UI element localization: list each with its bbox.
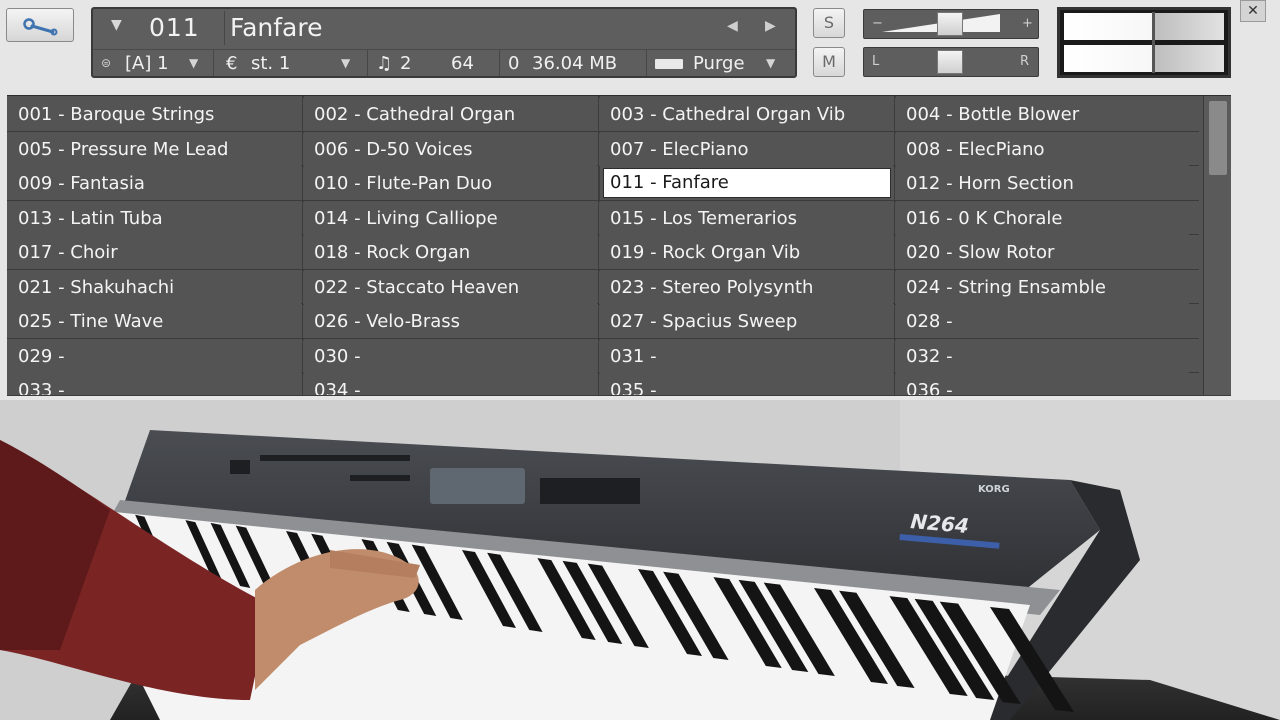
output-icon: €: [226, 53, 238, 74]
voices-icon: ♫: [376, 53, 393, 74]
preset-item[interactable]: 021 - Shakuhachi: [7, 271, 301, 304]
preset-item[interactable]: 024 - String Ensamble: [895, 271, 1189, 304]
patch-menu-caret-icon[interactable]: ▼: [111, 17, 122, 33]
preset-item[interactable]: 017 - Choir: [7, 236, 301, 269]
output-level-meter: [1057, 7, 1231, 78]
meter-left-channel: [1064, 13, 1224, 40]
patch-number[interactable]: 011: [149, 13, 200, 42]
preset-item[interactable]: 014 - Living Calliope: [303, 202, 597, 235]
preset-item[interactable]: 020 - Slow Rotor: [895, 236, 1189, 269]
preset-item[interactable]: 002 - Cathedral Organ: [303, 98, 597, 131]
preset-item[interactable]: 034 -: [303, 374, 597, 395]
max-voices[interactable]: 64: [451, 53, 474, 74]
preset-item[interactable]: 006 - D-50 Voices: [303, 133, 597, 166]
memory-usage: 36.04 MB: [532, 53, 618, 74]
purge-dropdown-icon[interactable]: ▼: [766, 56, 775, 70]
preset-item[interactable]: 011 - Fanfare: [603, 168, 891, 198]
output-dropdown-icon[interactable]: ▼: [341, 56, 350, 70]
preset-item[interactable]: 036 -: [895, 374, 1189, 395]
preset-item[interactable]: 027 - Spacius Sweep: [599, 305, 893, 338]
pan-slider[interactable]: L R: [863, 47, 1039, 77]
volume-slider[interactable]: − +: [863, 9, 1039, 39]
meter-right-channel: [1064, 45, 1224, 72]
keyboard-photo: KORG N264: [0, 400, 1280, 720]
kontakt-instrument-header: ▼ 011 Fanfare ◀ ▶ ⊜ [A] 1 ▼ € st. 1 ▼ ♫ …: [0, 0, 1280, 400]
midi-port-icon: ⊜: [101, 56, 112, 70]
preset-item[interactable]: 010 - Flute-Pan Duo: [303, 167, 597, 200]
volume-plus: +: [1022, 16, 1033, 31]
pan-right-label: R: [1020, 54, 1030, 69]
preset-item[interactable]: 018 - Rock Organ: [303, 236, 597, 269]
preset-item[interactable]: 033 -: [7, 374, 301, 395]
close-icon[interactable]: ✕: [1240, 0, 1266, 22]
pan-knob[interactable]: [937, 50, 963, 74]
midi-channel-select[interactable]: [A] 1: [125, 53, 169, 74]
purge-indicator: [655, 59, 683, 69]
preset-grid: 036 -035 -034 -033 - 032 -031 -030 -029 -…: [7, 95, 1231, 396]
purge-button[interactable]: Purge: [693, 53, 745, 74]
preset-scrollbar[interactable]: [1203, 96, 1231, 395]
memory-icon: 0: [508, 53, 520, 74]
preset-item[interactable]: 023 - Stereo Polysynth: [599, 271, 893, 304]
n264-logo: N264: [910, 509, 970, 538]
voices-count: 2: [400, 53, 412, 74]
preset-item[interactable]: 005 - Pressure Me Lead: [7, 133, 301, 166]
scrollbar-thumb[interactable]: [1209, 101, 1227, 175]
preset-item[interactable]: 015 - Los Temerarios: [599, 202, 893, 235]
korg-keyboard-image: KORG N264: [0, 400, 1280, 720]
preset-item[interactable]: 004 - Bottle Blower: [895, 98, 1189, 131]
preset-item[interactable]: 028 -: [895, 305, 1189, 338]
preset-item[interactable]: 001 - Baroque Strings: [7, 98, 301, 131]
meter-peak-marker: [1152, 12, 1155, 73]
volume-knob[interactable]: [937, 12, 963, 36]
previous-patch-icon[interactable]: ◀: [727, 18, 738, 34]
instrument-options-button[interactable]: [6, 8, 74, 42]
patch-info-panel: ▼ 011 Fanfare ◀ ▶ ⊜ [A] 1 ▼ € st. 1 ▼ ♫ …: [91, 7, 797, 78]
mute-button[interactable]: M: [813, 47, 845, 77]
solo-button[interactable]: S: [813, 8, 845, 38]
output-select[interactable]: st. 1: [251, 53, 290, 74]
volume-minus: −: [872, 16, 883, 31]
wrench-icon: [23, 18, 58, 36]
preset-item[interactable]: 026 - Velo-Brass: [303, 305, 597, 338]
preset-item[interactable]: 008 - ElecPiano: [895, 133, 1189, 166]
midi-channel-dropdown-icon[interactable]: ▼: [189, 56, 198, 70]
preset-item[interactable]: 029 -: [7, 340, 301, 373]
preset-item[interactable]: 016 - 0 K Chorale: [895, 202, 1189, 235]
korg-logo: KORG: [978, 484, 1010, 495]
preset-item[interactable]: 025 - Tine Wave: [7, 305, 301, 338]
preset-item[interactable]: 019 - Rock Organ Vib: [599, 236, 893, 269]
next-patch-icon[interactable]: ▶: [765, 18, 776, 34]
preset-item[interactable]: 031 -: [599, 340, 893, 373]
preset-item[interactable]: 012 - Horn Section: [895, 167, 1189, 200]
preset-item[interactable]: 035 -: [599, 374, 893, 395]
patch-name[interactable]: Fanfare: [230, 13, 322, 42]
preset-item[interactable]: 032 -: [895, 340, 1189, 373]
preset-item[interactable]: 013 - Latin Tuba: [7, 202, 301, 235]
preset-item[interactable]: 030 -: [303, 340, 597, 373]
preset-item[interactable]: 003 - Cathedral Organ Vib: [599, 98, 893, 131]
preset-item[interactable]: 022 - Staccato Heaven: [303, 271, 597, 304]
preset-item[interactable]: 009 - Fantasia: [7, 167, 301, 200]
pan-left-label: L: [872, 54, 880, 69]
preset-item[interactable]: 007 - ElecPiano: [599, 133, 893, 166]
